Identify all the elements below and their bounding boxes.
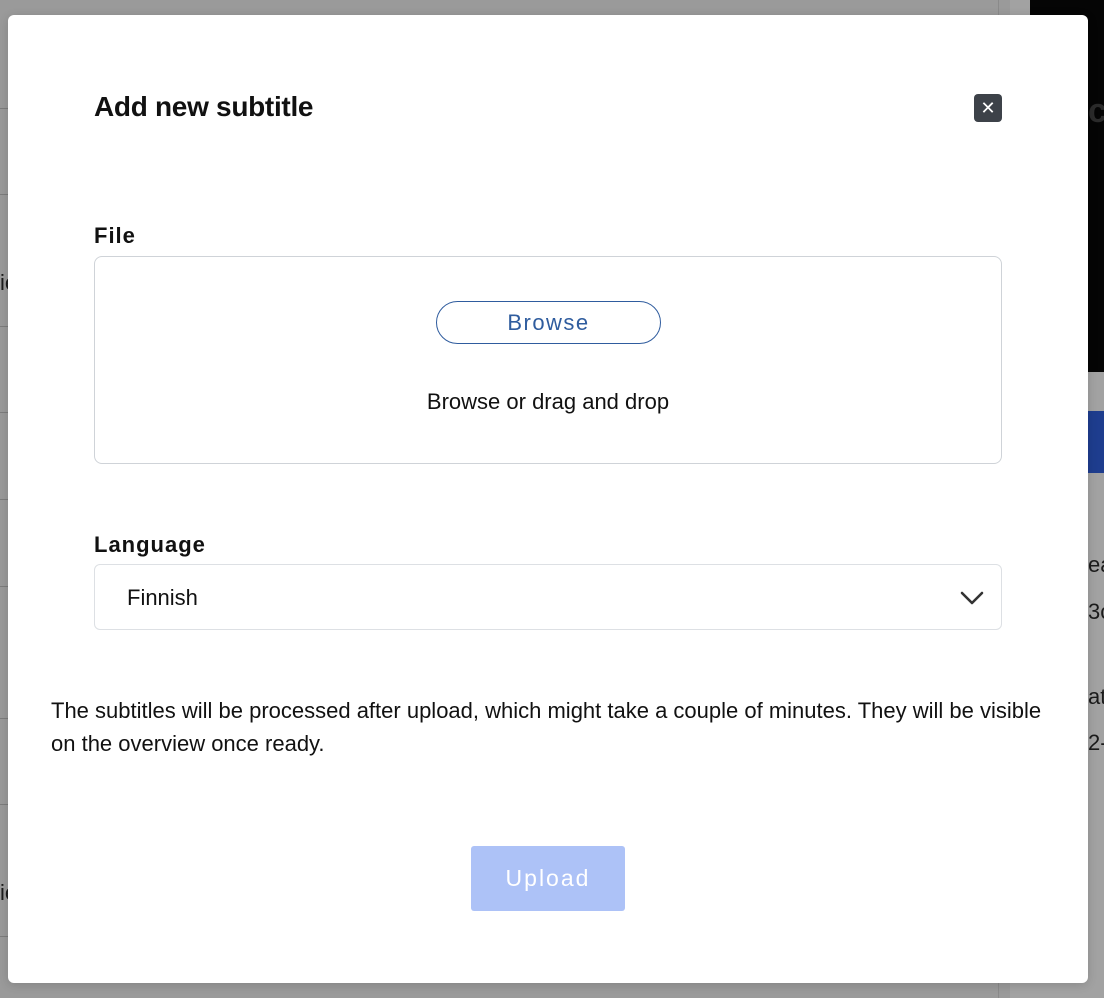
background-text: 2- xyxy=(1088,730,1104,755)
close-button[interactable]: ✕ xyxy=(974,94,1002,122)
upload-button[interactable]: Upload xyxy=(471,846,625,911)
file-dropzone[interactable]: Browse Browse or drag and drop xyxy=(94,256,1002,464)
background-text: 3c xyxy=(1088,599,1104,624)
processing-info-text: The subtitles will be processed after up… xyxy=(51,698,1042,756)
background-text: c xyxy=(1088,92,1104,130)
add-subtitle-dialog: Add new subtitle ✕ File Browse Browse or… xyxy=(8,15,1088,983)
file-label: File xyxy=(94,223,136,248)
language-select[interactable]: Finnish xyxy=(94,564,1002,630)
dropzone-hint: Browse or drag and drop xyxy=(426,389,670,414)
close-icon: ✕ xyxy=(980,98,996,118)
browse-button[interactable]: Browse xyxy=(436,301,661,344)
chevron-down-icon xyxy=(960,591,984,605)
language-label: Language xyxy=(94,532,206,557)
background-text: ea xyxy=(1088,552,1104,577)
background-text: at xyxy=(1088,684,1104,709)
language-selected-value: Finnish xyxy=(127,585,198,610)
dialog-title: Add new subtitle xyxy=(94,91,314,122)
